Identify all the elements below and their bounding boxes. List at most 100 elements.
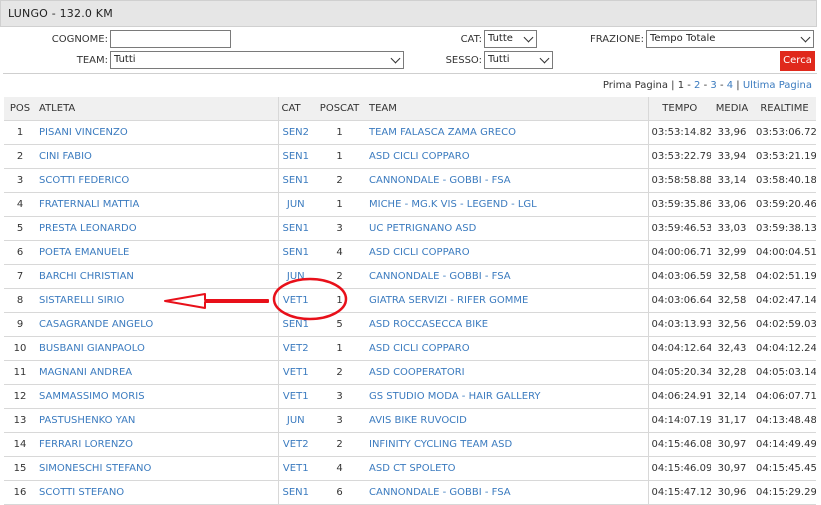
cell-atleta[interactable]: BARCHI CHRISTIAN bbox=[36, 264, 278, 289]
cell-cat[interactable]: SEN2 bbox=[277, 120, 313, 145]
cell-cat[interactable]: SEN1 bbox=[277, 240, 313, 265]
team-select[interactable]: Tutti bbox=[110, 51, 404, 69]
cell-cat[interactable]: JUN bbox=[277, 408, 313, 433]
cell-cat[interactable]: JUN bbox=[277, 192, 313, 217]
cell-team[interactable]: INFINITY CYCLING TEAM ASD bbox=[366, 432, 648, 457]
cell-team[interactable]: ASD CICLI COPPARO bbox=[366, 144, 648, 169]
cell-team[interactable]: UC PETRIGNANO ASD bbox=[366, 216, 648, 241]
cell-realtime: 04:15:29.29 bbox=[753, 480, 816, 505]
cell-realtime: 03:53:06.72 bbox=[753, 120, 816, 145]
cell-realtime: 04:02:47.14 bbox=[753, 288, 816, 313]
cell-cat[interactable]: SEN1 bbox=[277, 168, 313, 193]
cell-atleta[interactable]: SIMONESCHI STEFANO bbox=[36, 456, 278, 481]
cell-cat[interactable]: SEN1 bbox=[277, 480, 313, 505]
cell-team[interactable]: CANNONDALE - GOBBI - FSA bbox=[366, 480, 648, 505]
cell-cat[interactable]: SEN1 bbox=[277, 312, 313, 337]
cell-cat[interactable]: VET1 bbox=[277, 360, 313, 385]
cell-team[interactable]: ASD CT SPOLETO bbox=[366, 456, 648, 481]
page-link-2[interactable]: 2 bbox=[694, 80, 700, 91]
cell-atleta[interactable]: FERRARI LORENZO bbox=[36, 432, 278, 457]
cell-atleta[interactable]: POETA EMANUELE bbox=[36, 240, 278, 265]
table-row[interactable]: 12 SAMMASSIMO MORIS VET1 3 GS STUDIO MODA - … bbox=[4, 384, 816, 409]
cell-tempo: 04:03:06.64 bbox=[647, 288, 711, 313]
cell-cat[interactable]: VET1 bbox=[277, 456, 313, 481]
cell-cat[interactable]: VET2 bbox=[277, 432, 313, 457]
cell-poscat: 4 bbox=[313, 240, 366, 265]
cell-team[interactable]: GIATRA SERVIZI - RIFER GOMME bbox=[366, 288, 648, 313]
cell-atleta[interactable]: PISANI VINCENZO bbox=[36, 120, 278, 145]
cell-media: 30,96 bbox=[711, 480, 753, 505]
table-row[interactable]: 13 PASTUSHENKO YAN JUN 3 AVIS BIKE RUVOCID 04… bbox=[4, 408, 816, 433]
cognome-label: COGNOME: bbox=[51, 34, 108, 45]
cell-team[interactable]: GS STUDIO MODA - HAIR GALLERY bbox=[366, 384, 648, 409]
table-row[interactable]: 6 POETA EMANUELE SEN1 4 ASD CICLI COPPARO 04:… bbox=[4, 240, 816, 265]
cell-team[interactable]: AVIS BIKE RUVOCID bbox=[366, 408, 648, 433]
table-row[interactable]: 1 PISANI VINCENZO SEN2 1 TEAM FALASCA ZAMA G… bbox=[4, 120, 816, 145]
page-link-3[interactable]: 3 bbox=[710, 80, 716, 91]
cell-pos: 8 bbox=[4, 288, 36, 313]
results-table: POS ATLETA CAT POSCAT TEAM TEMPO MEDIA R… bbox=[4, 97, 816, 505]
search-button[interactable]: Cerca bbox=[780, 51, 815, 71]
cat-select[interactable]: Tutte bbox=[484, 30, 537, 48]
sesso-select[interactable]: Tutti bbox=[484, 51, 553, 69]
cell-atleta[interactable]: SCOTTI STEFANO bbox=[36, 480, 278, 505]
cell-poscat: 6 bbox=[313, 480, 366, 505]
cell-cat[interactable]: SEN1 bbox=[277, 144, 313, 169]
cell-atleta[interactable]: PASTUSHENKO YAN bbox=[36, 408, 278, 433]
column-header-realtime[interactable]: REALTIME bbox=[753, 97, 816, 121]
cell-team[interactable]: ASD CICLI COPPARO bbox=[366, 240, 648, 265]
column-header-media[interactable]: MEDIA bbox=[711, 97, 753, 121]
cell-cat[interactable]: JUN bbox=[277, 264, 313, 289]
table-row[interactable]: 3 SCOTTI FEDERICO SEN1 2 CANNONDALE - GOBBI … bbox=[4, 168, 816, 193]
cell-atleta[interactable]: FRATERNALI MATTIA bbox=[36, 192, 278, 217]
cell-cat[interactable]: SEN1 bbox=[277, 216, 313, 241]
first-page-link[interactable]: Prima Pagina bbox=[603, 80, 668, 91]
cell-poscat: 1 bbox=[313, 144, 366, 169]
table-row[interactable]: 2 CINI FABIO SEN1 1 ASD CICLI COPPARO 03:53:2… bbox=[4, 144, 816, 169]
cell-atleta[interactable]: SCOTTI FEDERICO bbox=[36, 168, 278, 193]
cell-atleta[interactable]: MAGNANI ANDREA bbox=[36, 360, 278, 385]
cognome-input[interactable] bbox=[110, 30, 231, 48]
column-header-tempo[interactable]: TEMPO bbox=[647, 97, 711, 121]
column-header-cat[interactable]: CAT bbox=[277, 97, 313, 121]
cell-atleta[interactable]: BUSBANI GIANPAOLO bbox=[36, 336, 278, 361]
last-page-link[interactable]: Ultima Pagina bbox=[743, 80, 812, 91]
cell-tempo: 04:15:46.08 bbox=[647, 432, 711, 457]
cell-team[interactable]: MICHE - MG.K VIS - LEGEND - LGL bbox=[366, 192, 648, 217]
cell-team[interactable]: ASD ROCCASECCA BIKE bbox=[366, 312, 648, 337]
column-header-pos[interactable]: POS bbox=[4, 97, 36, 121]
cell-atleta[interactable]: CINI FABIO bbox=[36, 144, 278, 169]
cell-atleta[interactable]: CASAGRANDE ANGELO bbox=[36, 312, 278, 337]
cell-poscat: 3 bbox=[313, 384, 366, 409]
table-row[interactable]: 11 MAGNANI ANDREA VET1 2 ASD COOPERATORI 04:0… bbox=[4, 360, 816, 385]
current-page: 1 bbox=[677, 80, 685, 91]
table-row[interactable]: 10 BUSBANI GIANPAOLO VET2 1 ASD CICLI COPPAR… bbox=[4, 336, 816, 361]
cell-atleta[interactable]: PRESTA LEONARDO bbox=[36, 216, 278, 241]
column-header-team[interactable]: TEAM bbox=[366, 97, 648, 121]
chevron-down-icon bbox=[800, 32, 811, 43]
column-header-atleta[interactable]: ATLETA bbox=[36, 97, 278, 121]
cell-cat[interactable]: VET1 bbox=[277, 288, 313, 313]
table-row[interactable]: 9 CASAGRANDE ANGELO SEN1 5 ASD ROCCASECCA BI… bbox=[4, 312, 816, 337]
cell-tempo: 04:14:07.19 bbox=[647, 408, 711, 433]
cell-team[interactable]: TEAM FALASCA ZAMA GRECO bbox=[366, 120, 648, 145]
table-row[interactable]: 8 SISTARELLI SIRIO VET1 1 GIATRA SERVIZI - R… bbox=[4, 288, 816, 313]
cell-team[interactable]: ASD CICLI COPPARO bbox=[366, 336, 648, 361]
cell-team[interactable]: CANNONDALE - GOBBI - FSA bbox=[366, 168, 648, 193]
frazione-select[interactable]: Tempo Totale bbox=[646, 30, 814, 48]
cell-atleta[interactable]: SISTARELLI SIRIO bbox=[36, 288, 278, 313]
race-title-bar: LUNGO - 132.0 KM bbox=[0, 0, 817, 27]
table-row[interactable]: 5 PRESTA LEONARDO SEN1 3 UC PETRIGNANO ASD 03… bbox=[4, 216, 816, 241]
table-row[interactable]: 4 FRATERNALI MATTIA JUN 1 MICHE - MG.K VIS -… bbox=[4, 192, 816, 217]
cell-atleta[interactable]: SAMMASSIMO MORIS bbox=[36, 384, 278, 409]
table-row[interactable]: 14 FERRARI LORENZO VET2 2 INFINITY CYCLING T… bbox=[4, 432, 816, 457]
table-row[interactable]: 7 BARCHI CHRISTIAN JUN 2 CANNONDALE - GOBBI … bbox=[4, 264, 816, 289]
table-row[interactable]: 16 SCOTTI STEFANO SEN1 6 CANNONDALE - GOBBI … bbox=[4, 480, 816, 505]
cell-cat[interactable]: VET1 bbox=[277, 384, 313, 409]
cell-team[interactable]: ASD COOPERATORI bbox=[366, 360, 648, 385]
column-header-poscat[interactable]: POSCAT bbox=[313, 97, 366, 121]
cell-team[interactable]: CANNONDALE - GOBBI - FSA bbox=[366, 264, 648, 289]
cell-cat[interactable]: VET2 bbox=[277, 336, 313, 361]
cat-label: CAT: bbox=[460, 34, 482, 45]
table-row[interactable]: 15 SIMONESCHI STEFANO VET1 4 ASD CT SPOLETO 0… bbox=[4, 456, 816, 481]
